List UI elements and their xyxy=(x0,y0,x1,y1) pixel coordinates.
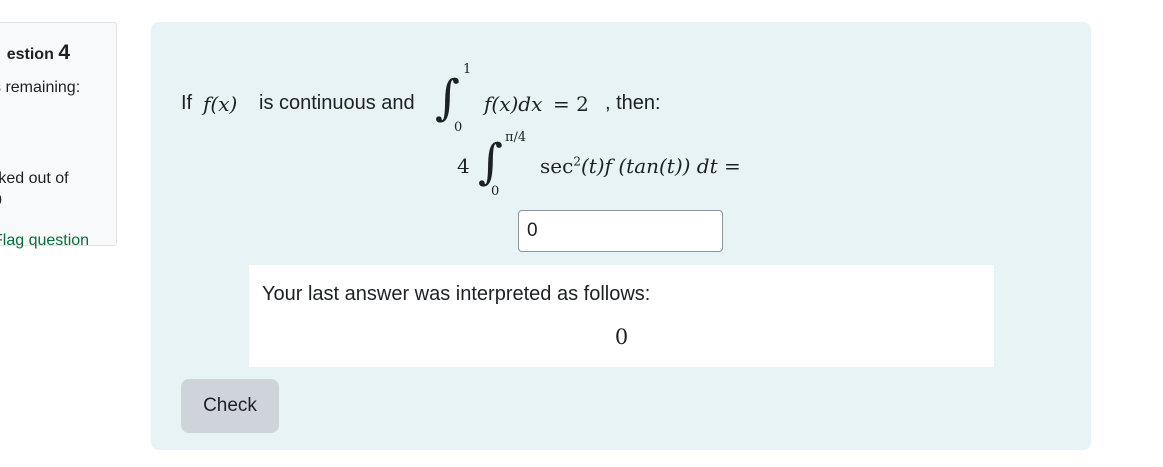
integral-sign-2: ∫ xyxy=(478,134,504,190)
question-formulation: If f(x) is continuous and ∫ 1 0 f(x)dx =… xyxy=(151,22,1091,450)
integral-1-integrand: f(x)dx xyxy=(484,92,543,116)
question-title: estion 4 xyxy=(7,41,70,65)
marked-line-1: rked out of xyxy=(0,170,69,187)
feedback-value: 0 xyxy=(614,325,629,349)
integral-2-lower: 0 xyxy=(491,184,500,199)
text-then: , then: xyxy=(605,92,661,114)
marked-out-of: rked out of 0 xyxy=(0,168,69,212)
check-button[interactable]: Check xyxy=(181,379,279,433)
integral-2-upper: π/4 xyxy=(505,130,527,145)
integral-1-upper: 1 xyxy=(463,62,472,77)
answer-input[interactable] xyxy=(518,210,723,252)
integrand-rest: (t)f (tan(t)) dt = xyxy=(580,154,741,178)
text-is-continuous: is continuous and xyxy=(259,92,415,114)
attempts-remaining: s remaining: xyxy=(0,79,81,96)
text-if: If xyxy=(181,92,193,114)
flag-question-link[interactable]: Flag question xyxy=(0,232,89,250)
question-label: estion xyxy=(6,46,54,63)
integral-sign-1: ∫ xyxy=(435,70,461,126)
coefficient: 4 xyxy=(457,154,470,178)
question-expression: 4 ∫ π/4 0 sec2(t)f (tan(t)) dt = xyxy=(151,130,1091,212)
feedback-text: Your last answer was interpreted as foll… xyxy=(262,283,651,305)
question-info-panel: estion 4 s remaining: rked out of 0 Flag… xyxy=(0,22,117,249)
answer-feedback: Your last answer was interpreted as foll… xyxy=(249,265,994,367)
marked-line-2: 0 xyxy=(0,190,69,212)
integrand-exponent: 2 xyxy=(573,154,581,169)
math-fx: f(x) xyxy=(203,92,238,116)
integral-1-equals: = 2 xyxy=(553,92,589,116)
integral-2-integrand: sec2(t)f (tan(t)) dt = xyxy=(540,154,741,178)
integrand-sec: sec xyxy=(540,154,574,178)
question-number: 4 xyxy=(58,41,70,64)
